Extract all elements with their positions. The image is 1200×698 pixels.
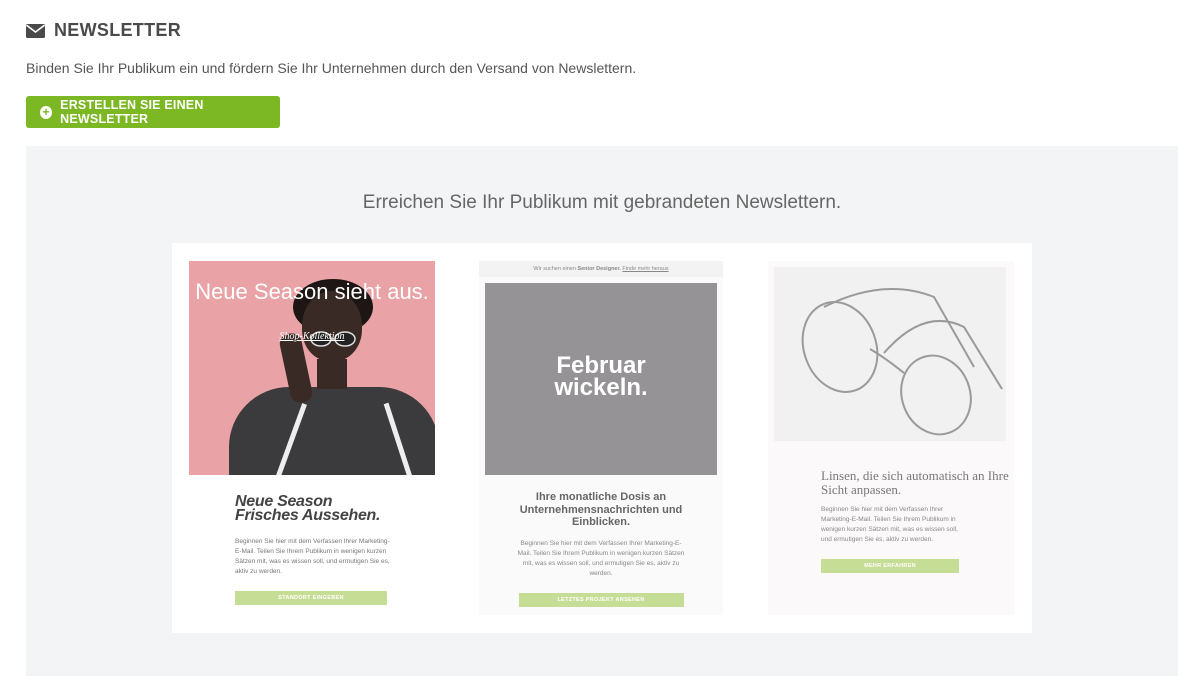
create-newsletter-label: ERSTELLEN SIE EINEN NEWSLETTER <box>60 98 204 126</box>
page-title: NEWSLETTER <box>54 20 181 40</box>
optics-cta-button: MEHR ERFAHREN <box>821 559 959 573</box>
template-preview-fashion: Neue Season sieht aus. Shop-Kollektion N… <box>189 261 435 605</box>
business-hero-image: Februar wickeln. <box>485 283 717 475</box>
fashion-image-title: Neue Season sieht aus. <box>195 279 429 304</box>
template-preview-optics: Linsen, die sich automatisch an Ihre Sic… <box>768 261 1014 615</box>
envelope-icon <box>26 23 45 38</box>
fashion-hero-image: Neue Season sieht aus. Shop-Kollektion <box>189 261 435 475</box>
promo-panel: Erreichen Sie Ihr Publikum mit gebrandet… <box>26 146 1178 676</box>
create-newsletter-button[interactable]: + ERSTELLEN SIE EINEN NEWSLETTER <box>26 96 280 128</box>
plus-circle-icon: + <box>40 105 53 119</box>
fashion-text: Beginnen Sie hier mit dem Verfassen Ihre… <box>235 538 390 575</box>
business-text: Beginnen Sie hier mit dem Verfassen Ihre… <box>517 539 685 577</box>
business-title: Ihre monatliche Dosis an Unternehmensnac… <box>519 491 683 528</box>
page-header: NEWSLETTER <box>26 20 181 41</box>
template-preview-business: Wir suchen einen Senior Designer. Finde … <box>479 261 723 615</box>
fashion-title: Neue Season Frisches Aussehen. <box>235 493 381 524</box>
optics-text: Beginnen Sie hier mit dem Verfassen Ihre… <box>821 506 958 543</box>
template-previews: Neue Season sieht aus. Shop-Kollektion N… <box>172 243 1032 633</box>
business-cta-button: LETZTES PROJEKT ANSEHEN <box>518 592 684 607</box>
page-subtitle: Binden Sie Ihr Publikum ein und fördern … <box>26 60 637 76</box>
promo-heading: Erreichen Sie Ihr Publikum mit gebrandet… <box>362 192 842 213</box>
glasses-image <box>774 267 1006 441</box>
fashion-cta-button: STANDORT EINGEBEN <box>235 591 387 605</box>
business-banner: Wir suchen einen Senior Designer. Finde … <box>479 261 723 277</box>
optics-title: Linsen, die sich automatisch an Ihre Sic… <box>821 468 1009 497</box>
fashion-image-link: Shop-Kollektion <box>279 331 345 342</box>
